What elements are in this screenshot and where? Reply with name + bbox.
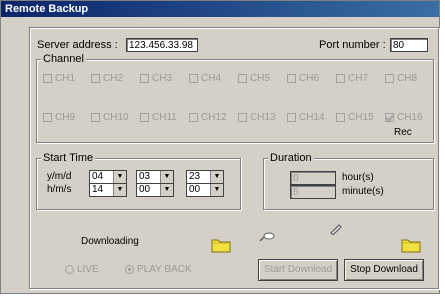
channel-label: CH11 — [152, 112, 177, 123]
hour-select[interactable]: 14 ▼ — [89, 183, 127, 197]
checkbox-box — [43, 112, 52, 122]
channel-label: CH7 — [348, 73, 369, 84]
channel-checkbox-ch15[interactable]: CH15 — [336, 112, 374, 123]
hms-label: h/m/s — [47, 184, 72, 195]
channel-checkbox-ch2[interactable]: CH2 — [91, 73, 123, 84]
hours-unit-label: hour(s) — [342, 172, 374, 183]
channel-label: CH13 — [250, 112, 276, 123]
ymd-label: y/m/d — [47, 171, 72, 182]
channel-checkbox-ch6[interactable]: CH6 — [287, 73, 319, 84]
month-value: 03 — [139, 171, 151, 182]
remote-backup-window: Remote Backup Server address : 123.456.3… — [0, 0, 440, 294]
checkbox-box — [140, 73, 149, 83]
year-dropdown-icon[interactable]: ▼ — [113, 171, 126, 183]
checkbox-box — [287, 73, 296, 83]
checkbox-box — [91, 112, 100, 122]
checkbox-box — [189, 73, 198, 83]
folder-icon[interactable] — [211, 237, 231, 253]
checkbox-box — [140, 112, 149, 122]
second-value: 00 — [189, 184, 201, 195]
channel-checkbox-ch12[interactable]: CH12 — [189, 112, 227, 123]
channel-label: CH14 — [299, 112, 325, 123]
title-bar: Remote Backup — [1, 1, 439, 17]
year-select[interactable]: 04 ▼ — [89, 170, 127, 184]
duration-group-label: Duration — [268, 152, 314, 164]
channel-checkbox-ch3[interactable]: CH3 — [140, 73, 172, 84]
second-dropdown-icon[interactable]: ▼ — [210, 184, 223, 196]
checkbox-box — [43, 73, 52, 83]
minute-dropdown-icon[interactable]: ▼ — [160, 184, 173, 196]
folder-icon[interactable] — [401, 237, 421, 253]
channel-checkbox-ch10[interactable]: CH10 — [91, 112, 129, 123]
checkbox-box — [91, 73, 100, 83]
channel-label: CH8 — [397, 73, 418, 84]
checkbox-box — [238, 73, 247, 83]
port-number-label: Port number : — [319, 39, 386, 51]
channel-label: CH5 — [250, 73, 271, 84]
duration-group — [263, 158, 434, 210]
channel-label: CH3 — [152, 73, 173, 84]
channel-checkbox-ch13[interactable]: CH13 — [238, 112, 276, 123]
channel-label: CH10 — [103, 112, 129, 123]
minute-value: 00 — [139, 184, 151, 195]
channel-label: CH15 — [348, 112, 374, 123]
channel-label: CH9 — [55, 112, 76, 123]
playback-radio-dot — [125, 264, 134, 274]
hour-dropdown-icon[interactable]: ▼ — [113, 184, 126, 196]
live-radio-label: LIVE — [77, 264, 99, 275]
channel-checkbox-ch14[interactable]: CH14 — [287, 112, 325, 123]
live-radio[interactable]: LIVE — [65, 264, 99, 275]
checkbox-box — [189, 112, 198, 122]
server-address-label: Server address : — [37, 39, 118, 51]
channel-checkbox-ch5[interactable]: CH5 — [238, 73, 270, 84]
minutes-unit-label: minute(s) — [342, 186, 384, 197]
channel-checkbox-ch9[interactable]: CH9 — [43, 112, 75, 123]
channel-label: CH6 — [299, 73, 320, 84]
checkbox-box — [336, 112, 345, 122]
start-time-group-label: Start Time — [41, 152, 96, 164]
channel-checkbox-ch1[interactable]: CH1 — [43, 73, 75, 84]
hours-input[interactable]: 0 — [290, 171, 336, 185]
channel-group-label: Channel — [41, 53, 86, 65]
checkbox-box — [385, 112, 394, 122]
playback-radio-label: PLAY BACK — [137, 264, 192, 275]
window-title: Remote Backup — [5, 3, 89, 15]
checkbox-box — [336, 73, 345, 83]
channel-label: CH1 — [55, 73, 76, 84]
channel-group — [36, 59, 434, 143]
pin-icon — [259, 232, 275, 242]
playback-radio[interactable]: PLAY BACK — [125, 264, 192, 275]
minute-select[interactable]: 00 ▼ — [136, 183, 174, 197]
rec-label: Rec — [394, 127, 412, 138]
day-dropdown-icon[interactable]: ▼ — [210, 171, 223, 183]
channel-checkbox-ch11[interactable]: CH11 — [140, 112, 177, 123]
checkbox-box — [238, 112, 247, 122]
start-download-button[interactable]: Start Download — [258, 259, 338, 281]
checkbox-box — [287, 112, 296, 122]
channel-label: CH4 — [201, 73, 222, 84]
day-value: 23 — [189, 171, 201, 182]
port-number-input[interactable]: 80 — [390, 38, 428, 52]
channel-label: CH16 — [397, 112, 423, 123]
channel-checkbox-ch4[interactable]: CH4 — [189, 73, 221, 84]
channel-label: CH2 — [103, 73, 124, 84]
second-select[interactable]: 00 ▼ — [186, 183, 224, 197]
server-address-input[interactable]: 123.456.33.98 — [126, 38, 198, 52]
month-dropdown-icon[interactable]: ▼ — [160, 171, 173, 183]
channel-checkbox-ch8[interactable]: CH8 — [385, 73, 417, 84]
hour-value: 14 — [92, 184, 104, 195]
day-select[interactable]: 23 ▼ — [186, 170, 224, 184]
channel-checkbox-ch16[interactable]: CH16 — [385, 112, 423, 123]
live-radio-dot — [65, 264, 74, 274]
channel-checkbox-ch7[interactable]: CH7 — [336, 73, 368, 84]
channel-label: CH12 — [201, 112, 227, 123]
checkbox-box — [385, 73, 394, 83]
downloading-label: Downloading — [81, 236, 139, 247]
year-value: 04 — [92, 171, 104, 182]
month-select[interactable]: 03 ▼ — [136, 170, 174, 184]
pencil-icon — [330, 224, 342, 235]
stop-download-button[interactable]: Stop Download — [344, 259, 424, 281]
minutes-input[interactable]: 5 — [290, 185, 336, 199]
